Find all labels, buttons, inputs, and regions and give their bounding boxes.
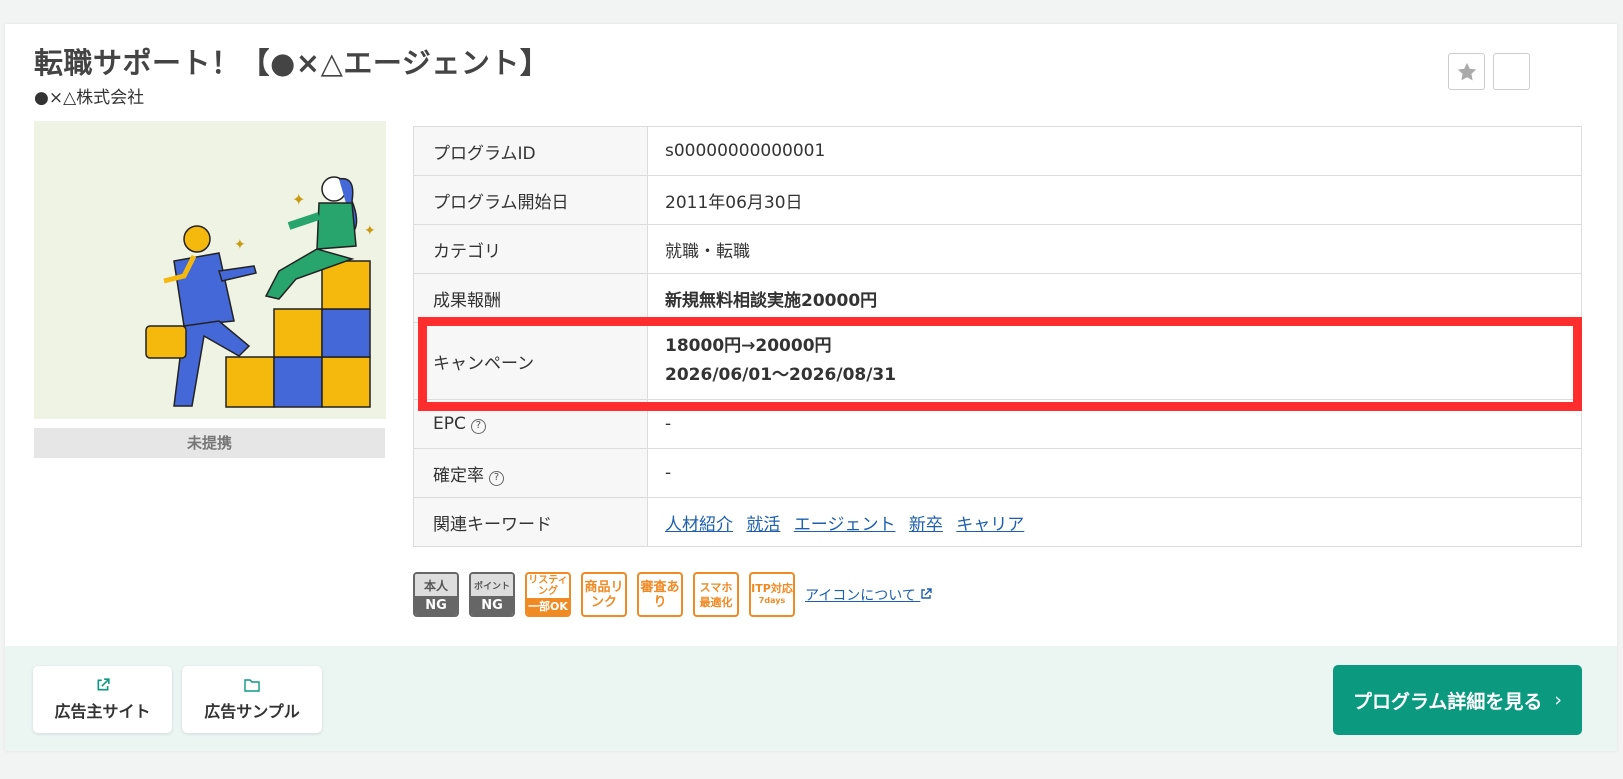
row-program-id: プログラムID s00000000000001 — [413, 126, 1582, 176]
campaign-highlight-box — [418, 317, 1582, 411]
row-confirm-rate: 確定率? - — [413, 448, 1582, 498]
confirm-rate-label: 確定率 — [433, 465, 484, 486]
reward-value: 新規無料相談実施20000円 — [647, 273, 1582, 323]
self-ng-badge: 本人 NG — [413, 572, 459, 617]
product-link-badge: 商品リンク — [581, 572, 627, 617]
partnership-status: 未提携 — [34, 428, 385, 458]
row-category: カテゴリ 就職・転職 — [413, 224, 1582, 274]
program-image: ✦ ✦ ✦ — [34, 121, 386, 419]
confirm-rate-value: - — [647, 448, 1582, 498]
help-icon[interactable]: ? — [470, 419, 486, 434]
row-keywords: 関連キーワード 人材紹介 就活 エージェント 新卒 キャリア — [413, 497, 1582, 547]
help-icon[interactable]: ? — [489, 470, 504, 486]
program-id-value: s00000000000001 — [647, 126, 1582, 176]
confirm-rate-label-cell: 確定率? — [413, 448, 648, 498]
keyword-link[interactable]: エージェント — [794, 515, 896, 535]
keywords-label: 関連キーワード — [413, 497, 648, 547]
keyword-link[interactable]: 新卒 — [909, 515, 943, 535]
row-start-date: プログラム開始日 2011年06月30日 — [413, 175, 1582, 225]
svg-text:✦: ✦ — [234, 237, 246, 253]
review-badge: 審査あり — [637, 572, 683, 617]
chevron-right-icon: › — [1554, 689, 1563, 711]
listing-badge: リスティング 一部OK — [525, 572, 571, 617]
about-icons-link[interactable]: アイコンについて — [805, 585, 933, 605]
epc-label: EPC — [433, 414, 466, 434]
start-date-label: プログラム開始日 — [413, 175, 648, 225]
keyword-link[interactable]: キャリア — [956, 515, 1024, 535]
start-date-value: 2011年06月30日 — [647, 175, 1582, 225]
program-id-label: プログラムID — [413, 126, 648, 176]
external-link-icon — [921, 587, 933, 599]
badge-row: 本人 NG ポイント NG リスティング 一部OK 商品リンク 審査あり スマホ… — [413, 572, 933, 617]
keywords-value: 人材紹介 就活 エージェント 新卒 キャリア — [647, 497, 1582, 547]
program-detail-button[interactable]: プログラム詳細を見る › — [1333, 665, 1582, 735]
star-icon — [1457, 62, 1476, 80]
smartphone-badge: スマホ最適化 — [693, 572, 739, 617]
reward-label: 成果報酬 — [413, 273, 648, 323]
keyword-link[interactable]: 就活 — [746, 515, 780, 535]
itp-badge: ITP対応 7days — [749, 572, 795, 617]
category-label: カテゴリ — [413, 224, 648, 274]
external-link-icon — [97, 677, 110, 690]
program-title: 転職サポート！【●×△エージェント】 — [34, 46, 550, 80]
svg-text:✦: ✦ — [364, 223, 376, 239]
keyword-link[interactable]: 人材紹介 — [665, 515, 733, 535]
row-reward: 成果報酬 新規無料相談実施20000円 — [413, 273, 1582, 323]
folder-icon — [244, 678, 260, 692]
company-name: ●×△株式会社 — [34, 88, 145, 108]
svg-text:✦: ✦ — [292, 190, 305, 209]
favorite-button[interactable] — [1448, 53, 1485, 90]
advertiser-site-button[interactable]: 広告主サイト — [33, 666, 172, 733]
category-value: 就職・転職 — [647, 224, 1582, 274]
ad-sample-button[interactable]: 広告サンプル — [182, 666, 322, 733]
point-ng-badge: ポイント NG — [469, 572, 515, 617]
select-checkbox[interactable] — [1493, 53, 1530, 90]
